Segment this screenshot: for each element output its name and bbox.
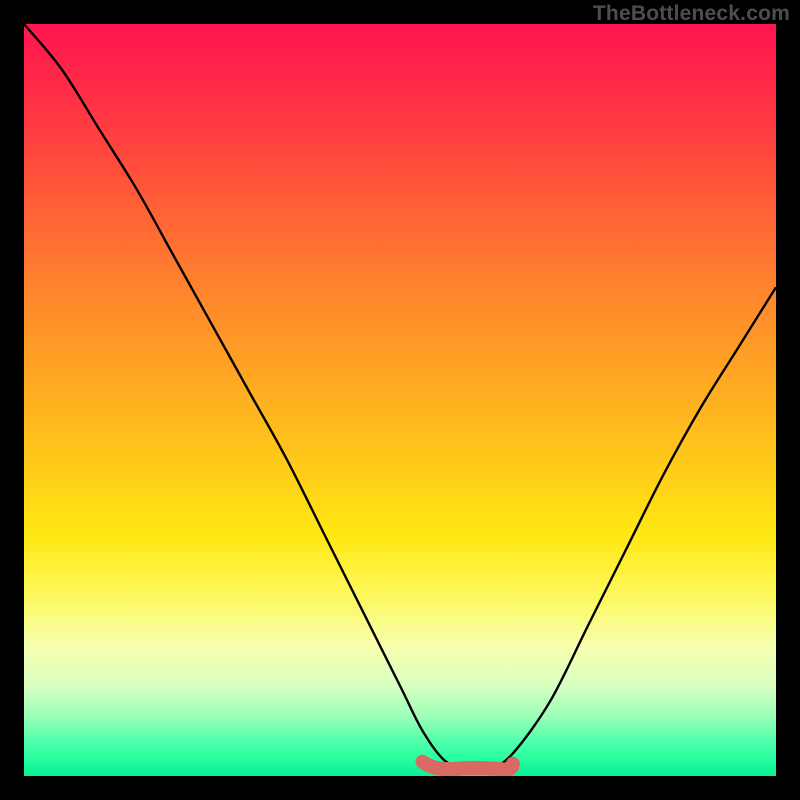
watermark-text: TheBottleneck.com bbox=[593, 2, 790, 26]
chart-frame: TheBottleneck.com bbox=[0, 0, 800, 800]
optimal-range-marker bbox=[423, 762, 513, 770]
chart-svg bbox=[24, 24, 776, 776]
plot-area bbox=[24, 24, 776, 776]
bottleneck-curve-path bbox=[24, 24, 776, 770]
